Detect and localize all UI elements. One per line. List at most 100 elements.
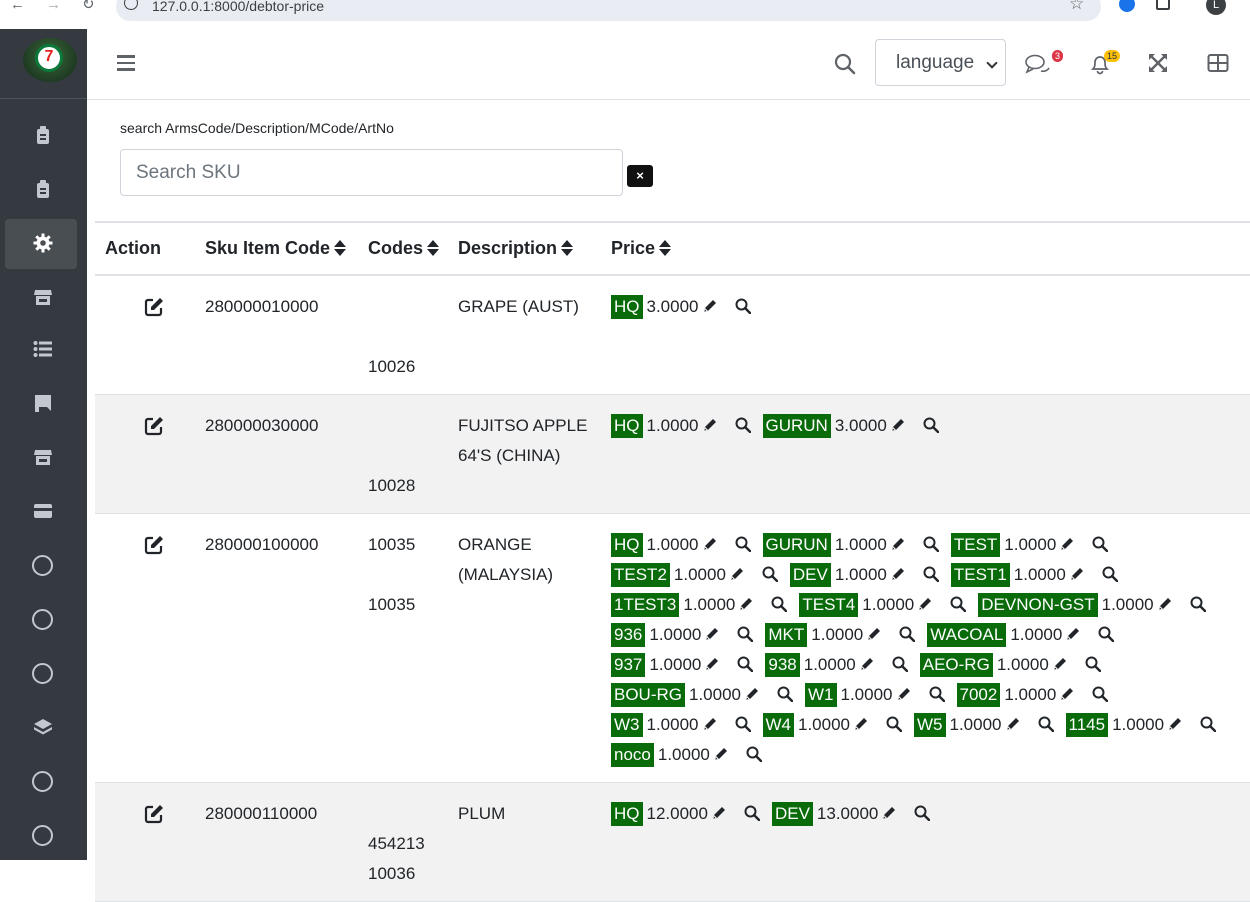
search-sku-input[interactable]: Search SKU: [120, 149, 623, 196]
magnifier-icon[interactable]: [762, 562, 779, 583]
pencil-icon[interactable]: [729, 562, 745, 580]
search-icon[interactable]: [834, 53, 856, 75]
pencil-icon[interactable]: [853, 712, 869, 730]
sidebar-item-clipboard-2[interactable]: [5, 163, 77, 213]
edit-icon[interactable]: [143, 296, 165, 318]
grid-icon[interactable]: [1207, 53, 1229, 75]
sidebar-item-flag[interactable]: [5, 379, 77, 429]
col-description[interactable]: Description: [448, 221, 601, 276]
edit-icon[interactable]: [143, 803, 165, 825]
magnifier-icon[interactable]: [914, 801, 931, 822]
pencil-icon[interactable]: [702, 413, 718, 431]
pencil-icon[interactable]: [1167, 712, 1183, 730]
pencil-icon[interactable]: [866, 622, 882, 640]
magnifier-icon[interactable]: [737, 652, 754, 673]
sort-icon[interactable]: [659, 240, 672, 256]
col-sku-item-code[interactable]: Sku Item Code: [195, 221, 358, 276]
sidebar-item-circle-1[interactable]: [5, 541, 77, 591]
magnifier-icon[interactable]: [929, 682, 945, 703]
magnifier-icon[interactable]: [923, 562, 940, 583]
sort-icon[interactable]: [334, 240, 347, 256]
edit-icon[interactable]: [143, 534, 165, 556]
url-text[interactable]: 127.0.0.1:8000/debtor-price: [152, 0, 324, 13]
magnifier-icon[interactable]: [1038, 712, 1054, 733]
magnifier-icon[interactable]: [1092, 682, 1109, 703]
magnifier-icon[interactable]: [899, 622, 916, 643]
pencil-icon[interactable]: [1052, 652, 1068, 670]
back-arrow-icon[interactable]: ←: [10, 0, 25, 12]
extension-icon[interactable]: [1119, 0, 1135, 12]
magnifier-icon[interactable]: [735, 712, 751, 733]
sidebar-item-store-1[interactable]: [5, 273, 77, 323]
magnifier-icon[interactable]: [1098, 622, 1115, 643]
pencil-icon[interactable]: [702, 294, 718, 312]
pencil-icon[interactable]: [881, 801, 897, 819]
sidebar-item-clipboard-1[interactable]: [5, 109, 77, 159]
magnifier-icon[interactable]: [923, 532, 940, 553]
sidebar-item-circle-3[interactable]: [5, 649, 77, 699]
menu-toggle-icon[interactable]: [117, 55, 135, 71]
pencil-icon[interactable]: [744, 682, 760, 700]
reload-icon[interactable]: ↻: [82, 0, 95, 12]
pencil-icon[interactable]: [738, 592, 754, 610]
pencil-icon[interactable]: [1059, 682, 1075, 700]
pencil-icon[interactable]: [1069, 562, 1085, 580]
pencil-icon[interactable]: [890, 413, 906, 431]
pencil-icon[interactable]: [702, 532, 718, 550]
pencil-icon[interactable]: [1059, 532, 1075, 550]
pencil-icon[interactable]: [713, 742, 729, 760]
col-codes[interactable]: Codes: [358, 221, 448, 276]
magnifier-icon[interactable]: [777, 682, 794, 703]
bookmark-star-icon[interactable]: ☆: [1069, 0, 1084, 12]
sidebar-item-circle-2[interactable]: [5, 595, 77, 645]
sidebar-item-layers[interactable]: [5, 703, 77, 753]
sidebar-item-store-2[interactable]: [5, 433, 77, 483]
pencil-icon[interactable]: [890, 532, 906, 550]
sidebar-item-settings[interactable]: [5, 219, 77, 269]
pencil-icon[interactable]: [1065, 622, 1081, 640]
pencil-icon[interactable]: [711, 801, 727, 819]
brand-logo[interactable]: 7: [23, 38, 77, 82]
magnifier-icon[interactable]: [746, 742, 763, 763]
pencil-icon[interactable]: [704, 652, 720, 670]
magnifier-icon[interactable]: [950, 592, 967, 613]
magnifier-icon[interactable]: [892, 652, 908, 673]
magnifier-icon[interactable]: [1200, 712, 1217, 733]
magnifier-icon[interactable]: [923, 413, 940, 434]
pencil-icon[interactable]: [859, 652, 875, 670]
brand-logo-area[interactable]: 7: [0, 29, 87, 99]
magnifier-icon[interactable]: [886, 712, 903, 733]
edit-icon[interactable]: [143, 415, 165, 437]
pencil-icon[interactable]: [890, 562, 906, 580]
language-select[interactable]: language: [875, 39, 1006, 86]
extensions-puzzle-icon[interactable]: [1156, 0, 1170, 10]
fullscreen-icon[interactable]: [1148, 53, 1170, 75]
sidebar-item-card[interactable]: [5, 487, 77, 537]
magnifier-icon[interactable]: [735, 294, 751, 315]
sidebar-item-circle-5[interactable]: [5, 811, 77, 861]
sort-icon[interactable]: [427, 240, 440, 256]
magnifier-icon[interactable]: [737, 622, 754, 643]
pencil-icon[interactable]: [702, 712, 718, 730]
pencil-icon[interactable]: [704, 622, 720, 640]
messages-icon[interactable]: [1025, 53, 1050, 75]
magnifier-icon[interactable]: [1102, 562, 1118, 583]
pencil-icon[interactable]: [1157, 592, 1173, 610]
sort-icon[interactable]: [561, 240, 574, 256]
magnifier-icon[interactable]: [744, 801, 761, 822]
magnifier-icon[interactable]: [771, 592, 788, 613]
clear-search-button[interactable]: ×: [627, 165, 653, 187]
pencil-icon[interactable]: [1005, 712, 1021, 730]
col-price[interactable]: Price: [601, 221, 1250, 276]
magnifier-icon[interactable]: [1092, 532, 1109, 553]
forward-arrow-icon[interactable]: →: [46, 0, 61, 12]
magnifier-icon[interactable]: [735, 532, 751, 553]
magnifier-icon[interactable]: [1085, 652, 1102, 673]
pencil-icon[interactable]: [896, 682, 912, 700]
magnifier-icon[interactable]: [1190, 592, 1206, 613]
pencil-icon[interactable]: [917, 592, 933, 610]
sidebar-item-circle-4[interactable]: [5, 757, 77, 807]
profile-avatar[interactable]: L: [1206, 0, 1226, 15]
sidebar-item-list[interactable]: [5, 325, 77, 375]
magnifier-icon[interactable]: [735, 413, 751, 434]
